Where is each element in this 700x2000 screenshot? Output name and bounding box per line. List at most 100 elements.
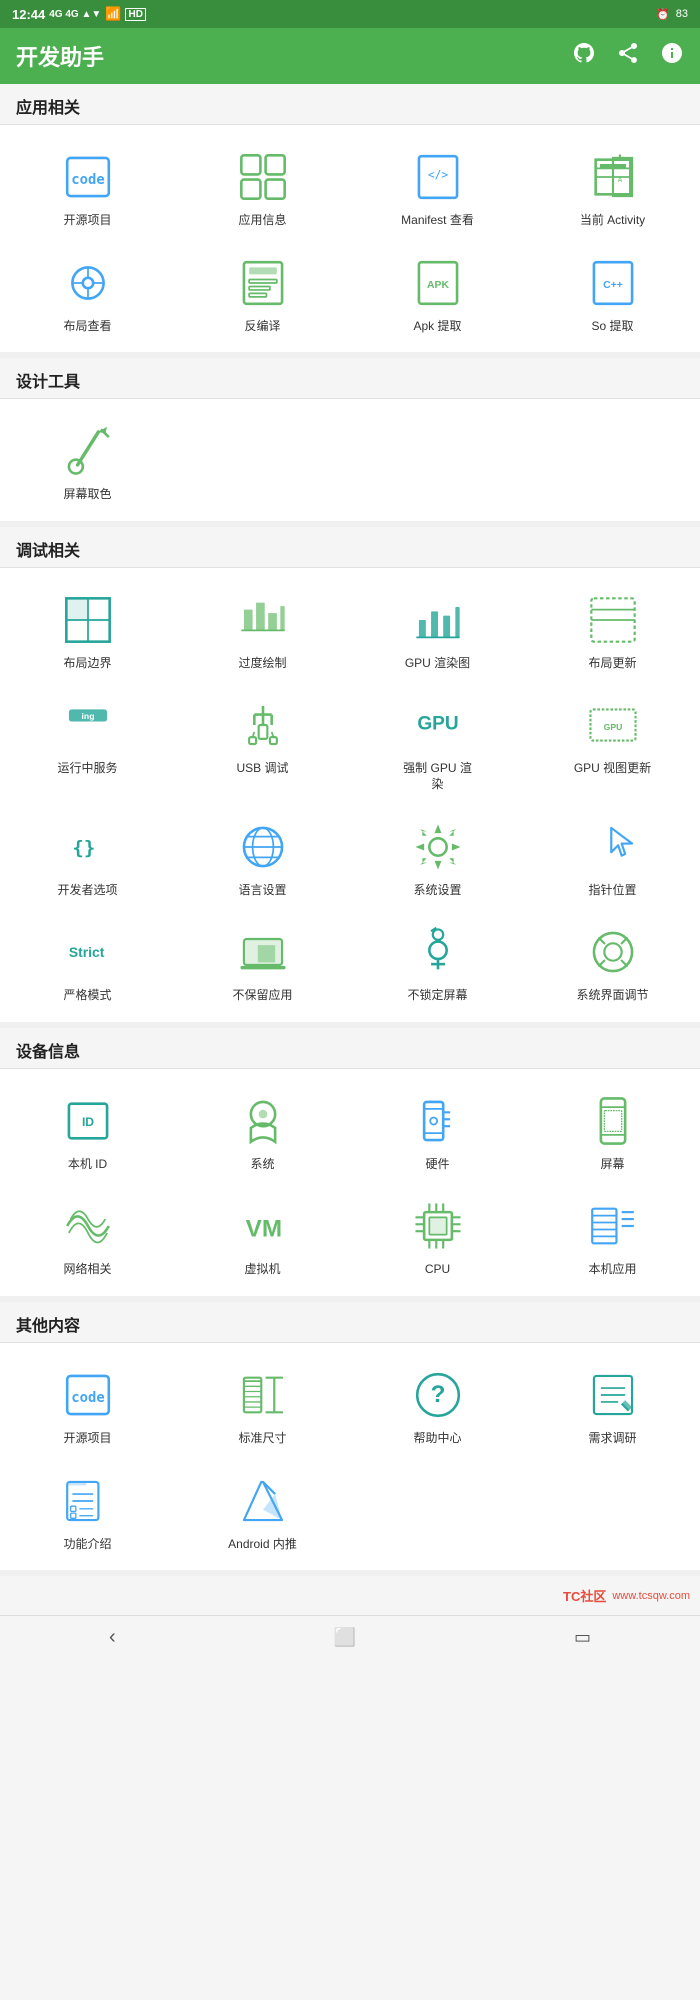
grid-item-open-source[interactable]: code 开源项目 [0, 133, 175, 239]
nav-home[interactable]: ⬜ [334, 1627, 356, 1648]
grid-item-apk-extract[interactable]: APK Apk 提取 [350, 239, 525, 345]
grid-item-ui-adjust[interactable]: 系统界面调节 [525, 908, 700, 1014]
nolockscreen-icon [408, 922, 468, 982]
grid-item-help-center[interactable]: ? 帮助中心 [350, 1351, 525, 1457]
grid-item-layout-update[interactable]: 布局更新 [525, 576, 700, 682]
standardsize-icon [233, 1365, 293, 1425]
grid-item-gpu-view-update[interactable]: GPU GPU 视图更新 [525, 681, 700, 802]
grid-item-overdraw[interactable]: 过度绘制 [175, 576, 350, 682]
svg-text:VM: VM [245, 1216, 281, 1243]
label-color-picker: 屏幕取色 [63, 487, 111, 503]
grid-item-device-id[interactable]: ID 本机 ID [0, 1077, 175, 1183]
grid-item-no-lock-screen[interactable]: 不锁定屏幕 [350, 908, 525, 1014]
demandsurvey-icon [583, 1365, 643, 1425]
label-android-push: Android 内推 [228, 1537, 297, 1553]
section-header-debug-related: 调试相关 [0, 527, 700, 568]
status-bar: 12:44 4G 4G ▲▼ 📶 HD ⏰ 83 [0, 0, 700, 28]
localapps-icon [583, 1196, 643, 1256]
github-icon[interactable] [572, 41, 596, 71]
grid-item-language-settings[interactable]: 语言设置 [175, 803, 350, 909]
grid-item-vm[interactable]: VM 虚拟机 [175, 1182, 350, 1288]
watermark-url: www.tcsqw.com [612, 1590, 690, 1602]
grid-item-system[interactable]: 系统 [175, 1077, 350, 1183]
label-cpu: CPU [425, 1262, 450, 1278]
grid-item-developer-options[interactable]: {} 开发者选项 [0, 803, 175, 909]
grid-item-color-picker[interactable]: 屏幕取色 [0, 407, 175, 513]
svg-text:GPU: GPU [603, 723, 622, 733]
nav-bar: ‹ ⬜ ▭ [0, 1615, 700, 1659]
svg-text:?: ? [430, 1381, 445, 1408]
grid-item-pointer-location[interactable]: 指针位置 [525, 803, 700, 909]
appinfo-icon [233, 147, 293, 207]
grid-item-decompile[interactable]: 反编译 [175, 239, 350, 345]
label-decompile: 反编译 [244, 319, 280, 335]
grid-item-force-gpu[interactable]: GPU 强制 GPU 渲染 [350, 681, 525, 802]
grid-item-feature-intro[interactable]: 功能介绍 [0, 1457, 175, 1563]
section-device-info: ID 本机 ID 系统 硬件 屏幕 网络相关 VM 虚拟机 [0, 1069, 700, 1302]
nav-back[interactable]: ‹ [109, 1626, 116, 1649]
usbdebug-icon [233, 695, 293, 755]
info-icon[interactable] [660, 41, 684, 71]
svg-text:{}: {} [72, 836, 95, 858]
layoutview-icon [58, 253, 118, 313]
section-debug-related: 布局边界 过度绘制 GPU 渲染图 布局更新 ing 运行中服务 [0, 568, 700, 1028]
label-help-center: 帮助中心 [413, 1431, 461, 1447]
label-layout-view: 布局查看 [63, 319, 111, 335]
grid-item-running-service[interactable]: ing 运行中服务 [0, 681, 175, 802]
grid-item-usb-debug[interactable]: USB 调试 [175, 681, 350, 802]
label-open-source: 开源项目 [63, 213, 111, 229]
grid-item-no-keep-app[interactable]: 不保留应用 [175, 908, 350, 1014]
grid-item-layout-border[interactable]: 布局边界 [0, 576, 175, 682]
layoutupdate-icon [583, 590, 643, 650]
section-header-device-info: 设备信息 [0, 1028, 700, 1069]
nav-recent[interactable]: ▭ [574, 1627, 591, 1648]
overdraw-icon [233, 590, 293, 650]
label-local-apps: 本机应用 [588, 1262, 636, 1278]
app-title: 开发助手 [16, 40, 104, 72]
grid-item-current-activity[interactable]: A 当前 Activity [525, 133, 700, 239]
hd-badge: HD [125, 8, 145, 21]
vm-icon: VM [233, 1196, 293, 1256]
time-display: 12:44 [12, 7, 45, 22]
grid-item-cpu[interactable]: CPU [350, 1182, 525, 1288]
grid-item-open-source2[interactable]: code 开源项目 [0, 1351, 175, 1457]
label-overdraw: 过度绘制 [238, 656, 286, 672]
alarm-icon: ⏰ [656, 8, 670, 21]
label-strict-mode: 严格模式 [63, 988, 111, 1004]
grid-item-network[interactable]: 网络相关 [0, 1182, 175, 1288]
helpcenter-icon: ? [408, 1365, 468, 1425]
signal-icons: 4G 4G ▲▼ [49, 9, 101, 20]
grid-item-local-apps[interactable]: 本机应用 [525, 1182, 700, 1288]
system-icon [233, 1091, 293, 1151]
grid-item-strict-mode[interactable]: Strict 严格模式 [0, 908, 175, 1014]
layoutborder-icon [58, 590, 118, 650]
grid-item-demand-survey[interactable]: 需求调研 [525, 1351, 700, 1457]
label-app-info: 应用信息 [238, 213, 286, 229]
grid-item-system-settings[interactable]: 系统设置 [350, 803, 525, 909]
share-icon[interactable] [616, 41, 640, 71]
label-apk-extract: Apk 提取 [413, 319, 461, 335]
androidpush-icon [233, 1471, 293, 1531]
section-design-tools: 屏幕取色 [0, 399, 700, 527]
svg-text:</>: </> [427, 169, 448, 182]
grid-item-layout-view[interactable]: 布局查看 [0, 239, 175, 345]
svg-text:GPU: GPU [417, 714, 458, 735]
status-right: ⏰ 83 [656, 8, 688, 21]
footer-watermark: TC社区 www.tcsqw.com [0, 1576, 700, 1615]
grid-item-gpu-render[interactable]: GPU 渲染图 [350, 576, 525, 682]
label-so-extract: So 提取 [591, 319, 633, 335]
manifest-icon: </> [408, 147, 468, 207]
label-gpu-render: GPU 渲染图 [405, 656, 470, 672]
label-pointer-location: 指针位置 [588, 883, 636, 899]
gpuviewupdate-icon: GPU [583, 695, 643, 755]
grid-item-hardware[interactable]: 硬件 [350, 1077, 525, 1183]
grid-item-manifest[interactable]: </> Manifest 查看 [350, 133, 525, 239]
grid-item-standard-size[interactable]: 标准尺寸 [175, 1351, 350, 1457]
grid-item-screen[interactable]: 屏幕 [525, 1077, 700, 1183]
svg-text:code: code [71, 172, 104, 188]
label-demand-survey: 需求调研 [588, 1431, 636, 1447]
grid-item-android-push[interactable]: Android 内推 [175, 1457, 350, 1563]
grid-item-app-info[interactable]: 应用信息 [175, 133, 350, 239]
grid-item-so-extract[interactable]: C++ So 提取 [525, 239, 700, 345]
label-running-service: 运行中服务 [57, 761, 117, 777]
